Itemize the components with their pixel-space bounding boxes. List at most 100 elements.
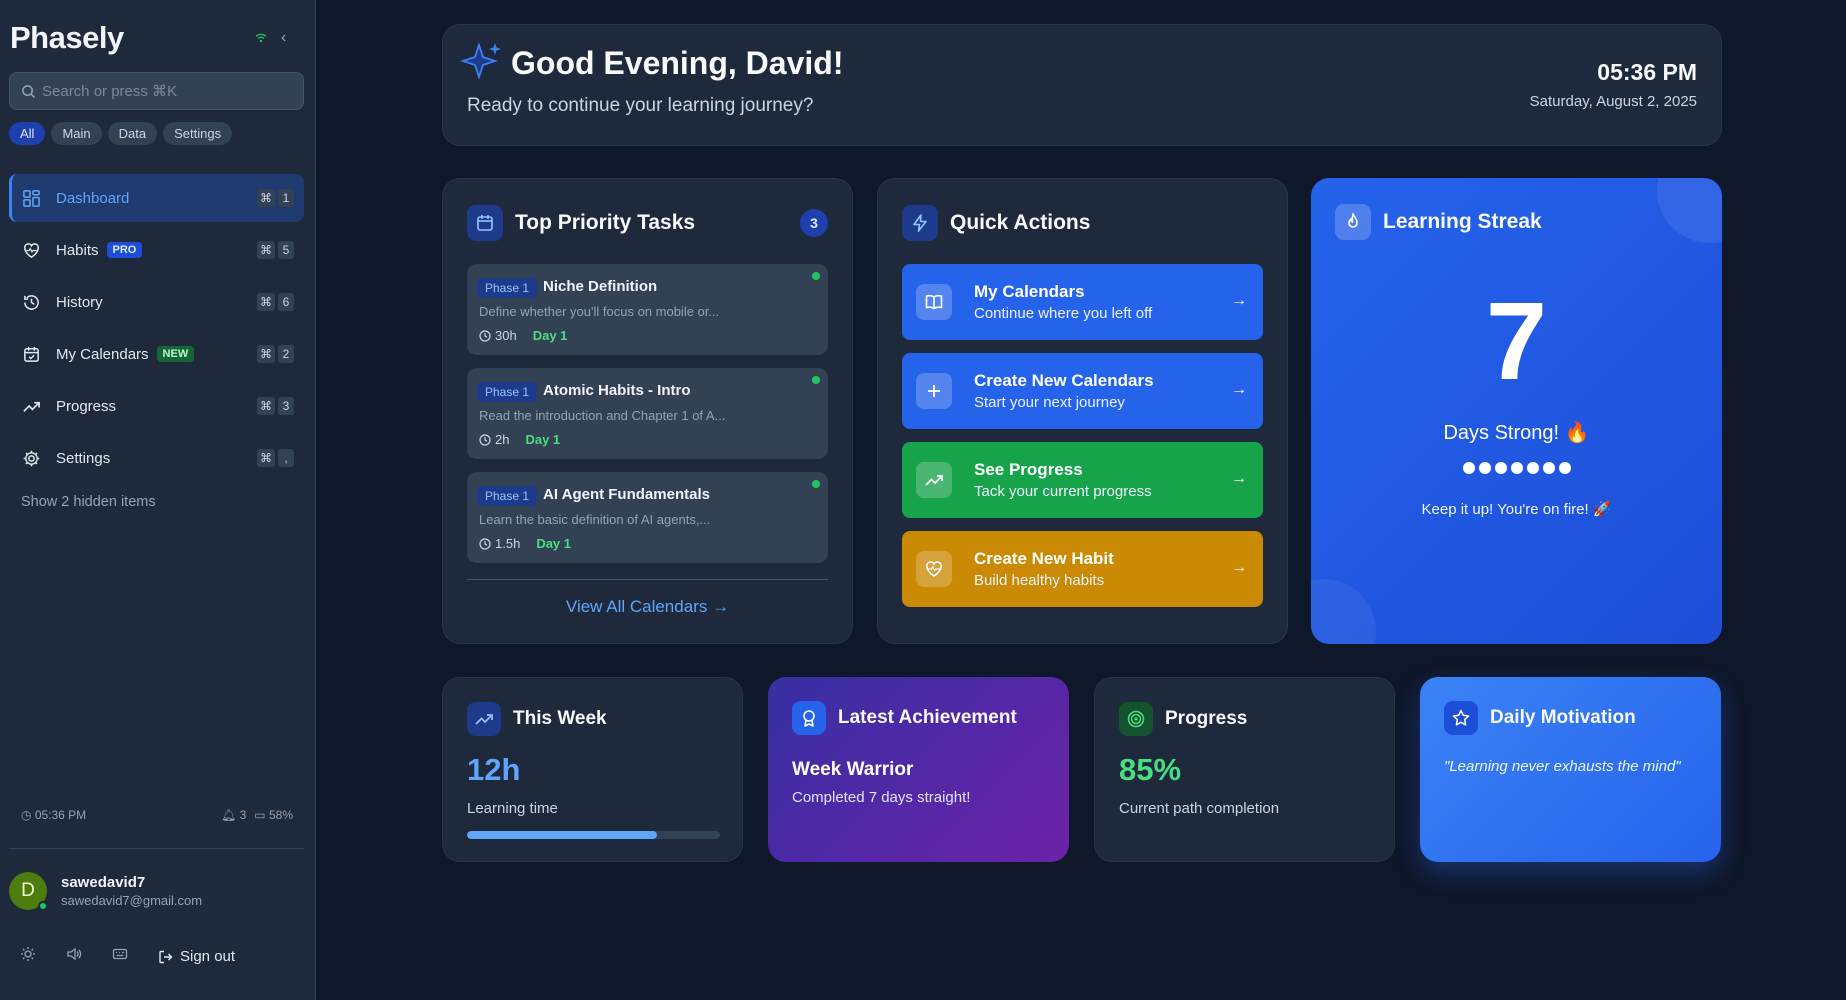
search-box[interactable] (9, 72, 304, 110)
task-card[interactable]: Phase 1 AI Agent Fundamentals Learn the … (467, 472, 828, 563)
divider (467, 579, 828, 580)
this-week-card: This Week 12h Learning time (442, 677, 743, 862)
arrow-right-icon: → (712, 597, 730, 616)
notifications-count[interactable]: 🔔︎ 3 (221, 808, 246, 822)
streak-dot (1478, 462, 1491, 474)
card-title: Latest Achievement (838, 707, 1017, 728)
progress-bar-fill (467, 831, 657, 839)
history-icon (21, 292, 41, 312)
online-indicator (38, 901, 48, 911)
status-bar: ◷ 05:36 PM 🔔︎ 3 ▭ 58% (21, 808, 293, 822)
sidebar-item-history[interactable]: History ⌘ 6 (9, 278, 304, 326)
sidebar-nav: Dashboard ⌘ 1 Habits PRO ⌘ 5 History ⌘ 6 My… (9, 174, 304, 486)
my-calendars-action[interactable]: My Calendars Continue where you left off … (902, 264, 1263, 340)
status-dot (812, 480, 820, 488)
sidebar-item-label: Habits (56, 241, 99, 259)
status-dot (812, 376, 820, 384)
show-hidden-items-link[interactable]: Show 2 hidden items (21, 494, 156, 510)
new-badge: NEW (156, 346, 195, 362)
sign-out-icon (159, 950, 173, 963)
sidebar-divider (9, 848, 304, 849)
filter-settings[interactable]: Settings (163, 122, 233, 145)
gear-icon (21, 448, 41, 468)
shortcut-hint: ⌘ 3 (257, 397, 294, 415)
streak-dot (1510, 462, 1523, 474)
current-date: Saturday, August 2, 2025 (1529, 93, 1697, 110)
sidebar-item-progress[interactable]: Progress ⌘ 3 (9, 382, 304, 430)
clock-icon (479, 433, 491, 446)
trending-up-icon (916, 462, 952, 498)
filter-main[interactable]: Main (51, 122, 102, 145)
sidebar-item-dashboard[interactable]: Dashboard ⌘ 1 (9, 174, 304, 222)
arrow-right-icon: → (1231, 381, 1247, 398)
sidebar-item-my-calendars[interactable]: My Calendars NEW ⌘ 2 (9, 330, 304, 378)
sidebar-footer: Sign out (20, 946, 235, 967)
calendar-check-icon (21, 344, 41, 364)
card-title: Daily Motivation (1490, 707, 1636, 728)
weekly-progress-bar (467, 831, 720, 839)
progress-percent: 85% (1119, 752, 1182, 787)
action-title: My Calendars (974, 282, 1085, 301)
volume-icon[interactable] (66, 946, 82, 967)
sidebar-item-habits[interactable]: Habits PRO ⌘ 5 (9, 226, 304, 274)
phase-badge: Phase 1 (477, 486, 538, 506)
decorative-circle (1311, 579, 1376, 644)
streak-dot (1542, 462, 1555, 474)
task-day: Day 1 (525, 432, 561, 447)
sign-out-button[interactable]: Sign out (158, 948, 235, 965)
lightning-icon (902, 205, 938, 241)
arrow-right-icon: → (1231, 292, 1247, 309)
daily-motivation-card: Daily Motivation "Learning never exhaust… (1420, 677, 1721, 862)
target-icon (1119, 702, 1153, 736)
filter-all[interactable]: All (9, 122, 46, 145)
heart-pulse-icon (916, 551, 952, 587)
greeting-subtitle: Ready to continue your learning journey? (467, 95, 814, 116)
action-title: Create New Calendars (974, 371, 1154, 390)
filter-data[interactable]: Data (107, 122, 158, 145)
task-day: Day 1 (536, 536, 572, 551)
search-input[interactable] (42, 82, 292, 100)
create-new-calendars-action[interactable]: Create New Calendars Start your next jour… (902, 353, 1263, 429)
theme-toggle-sun-icon[interactable] (20, 946, 36, 967)
phase-badge: Phase 1 (477, 278, 538, 298)
action-subtitle: Tack your current progress (974, 483, 1152, 500)
user-profile[interactable]: D sawedavid7 sawedavid7@gmail.com (9, 872, 203, 911)
collapse-sidebar-icon[interactable]: ‹ (281, 29, 286, 47)
learning-streak-card: Learning Streak 7 Days Strong! 🔥 Keep it… (1311, 178, 1722, 644)
see-progress-action[interactable]: See Progress Tack your current progress → (902, 442, 1263, 518)
phase-badge: Phase 1 (477, 382, 538, 402)
create-new-habit-action[interactable]: Create New Habit Build healthy habits → (902, 531, 1263, 607)
card-title: Progress (1165, 708, 1248, 729)
task-card[interactable]: Phase 1 Atomic Habits - Intro Read the i… (467, 368, 828, 459)
streak-message: Keep it up! You're on fire! 🚀 (1421, 501, 1612, 518)
quick-actions-card: Quick Actions My Calendars Continue where… (877, 178, 1288, 644)
user-email: sawedavid7@gmail.com (61, 893, 203, 908)
task-description: Read the introduction and Chapter 1 of A… (479, 408, 726, 423)
streak-dot (1526, 462, 1539, 474)
task-card[interactable]: Phase 1 Niche Definition Define whether … (467, 264, 828, 355)
action-title: Create New Habit (974, 549, 1114, 568)
streak-dot (1558, 462, 1571, 474)
task-count-badge: 3 (800, 209, 828, 237)
sidebar-item-settings[interactable]: Settings ⌘, (9, 434, 304, 482)
pro-badge: PRO (106, 242, 143, 258)
user-name: sawedavid7 (61, 874, 146, 891)
avatar[interactable]: D (9, 872, 48, 911)
shortcut-hint: ⌘ 2 (257, 345, 294, 363)
bell-icon: 🔔︎ (221, 808, 240, 822)
sidebar-item-label: Progress (56, 397, 117, 415)
view-all-calendars-link[interactable]: View All Calendars → (443, 597, 852, 617)
action-subtitle: Start your next journey (974, 394, 1125, 411)
shortcut-hint: ⌘ 1 (257, 189, 294, 207)
top-priority-tasks-card: Top Priority Tasks 3 Phase 1 Niche Defin… (442, 178, 853, 644)
greeting-title: Good Evening, David! (511, 45, 844, 81)
dashboard-icon (21, 188, 41, 208)
action-title: See Progress (974, 460, 1083, 479)
sparkle-icon (460, 42, 501, 80)
achievement-name: Week Warrior (792, 759, 914, 780)
sidebar: Phasely ‹ All Main Data Settings Dashboa… (0, 0, 316, 1000)
action-subtitle: Continue where you left off (974, 305, 1153, 322)
clock-icon (479, 537, 491, 550)
book-icon (916, 284, 952, 320)
keyboard-icon[interactable] (112, 946, 128, 967)
